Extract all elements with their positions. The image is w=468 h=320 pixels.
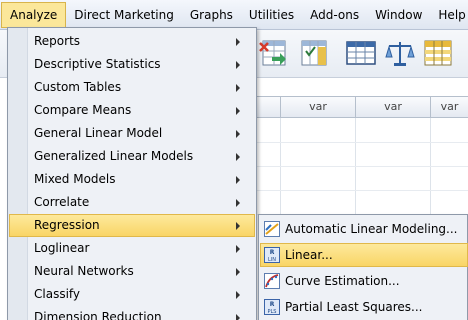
grid-line [255,166,468,167]
menu-item-neural-networks[interactable]: Neural Networks [9,260,255,283]
svg-text:R: R [270,249,275,256]
menu-item-loglinear[interactable]: Loglinear [9,237,255,260]
menu-direct-marketing[interactable]: Direct Marketing [66,2,182,28]
column-header-var[interactable]: var [431,96,468,118]
menu-item-compare-means[interactable]: Compare Means [9,99,255,122]
submenu-arrow-icon [236,84,240,92]
linear-regression-icon: R LIN [264,247,280,263]
svg-text:LIN: LIN [268,257,276,263]
select-cases-icon[interactable] [298,37,330,69]
curve-estimation-icon [264,273,280,289]
submenu-arrow-icon [236,107,240,115]
menu-item-label: Custom Tables [34,80,122,94]
use-sets-icon[interactable] [422,37,454,69]
menu-item-label: Classify [34,287,81,301]
grid-line [255,142,468,143]
submenu-item-curve-estimation[interactable]: Curve Estimation... [260,269,468,293]
submenu-arrow-icon [236,176,240,184]
menu-item-label: Mixed Models [34,172,116,186]
partial-least-squares-icon: R PLS [264,299,280,315]
menu-item-descriptive-statistics[interactable]: Descriptive Statistics [9,53,255,76]
menu-item-label: Compare Means [34,103,132,117]
regression-submenu: Automatic Linear Modeling... R LIN Linea… [258,214,468,320]
menu-analyze[interactable]: Analyze [1,1,67,28]
menu-item-custom-tables[interactable]: Custom Tables [9,76,255,99]
menu-window[interactable]: Window [367,2,430,28]
submenu-arrow-icon [236,291,240,299]
menu-graphs[interactable]: Graphs [182,2,241,28]
analyze-menu: Reports Descriptive Statistics Custom Ta… [7,27,257,320]
menu-item-correlate[interactable]: Correlate [9,191,255,214]
submenu-arrow-icon [236,153,240,161]
menu-item-label: Correlate [34,195,90,209]
submenu-arrow-icon [236,314,240,320]
submenu-item-partial-least-squares[interactable]: R PLS Partial Least Squares... [260,295,468,319]
split-file-icon[interactable] [258,37,290,69]
menu-item-label: Dimension Reduction [34,310,162,320]
menu-item-generalized-linear-models[interactable]: Generalized Linear Models [9,145,255,168]
menu-item-regression[interactable]: Regression [9,214,255,237]
submenu-item-label: Partial Least Squares... [285,300,423,314]
submenu-item-automatic-linear-modeling[interactable]: Automatic Linear Modeling... [260,217,468,241]
svg-text:PLS: PLS [268,309,277,315]
menu-help[interactable]: Help [430,2,468,28]
menu-item-reports[interactable]: Reports [9,30,255,53]
column-header-var[interactable]: var [281,96,356,118]
menu-item-label: Regression [34,218,100,232]
menu-bar: Analyze Direct Marketing Graphs Utilitie… [0,0,468,30]
submenu-item-linear[interactable]: R LIN Linear... [260,243,468,267]
data-view-icon[interactable] [345,37,377,69]
submenu-arrow-icon [236,130,240,138]
submenu-arrow-icon [236,245,240,253]
column-header-var[interactable]: var [356,96,431,118]
menu-utilities[interactable]: Utilities [241,2,302,28]
menu-item-label: Reports [34,34,81,48]
menu-item-classify[interactable]: Classify [9,283,255,306]
menu-item-label: General Linear Model [34,126,163,140]
automatic-linear-modeling-icon [264,221,280,237]
submenu-arrow-icon [236,222,240,230]
menu-item-general-linear-model[interactable]: General Linear Model [9,122,255,145]
menu-add-ons[interactable]: Add-ons [302,2,367,28]
menu-item-mixed-models[interactable]: Mixed Models [9,168,255,191]
menu-item-label: Descriptive Statistics [34,57,161,71]
menu-item-label: Neural Networks [34,264,134,278]
submenu-arrow-icon [236,61,240,69]
submenu-arrow-icon [236,268,240,276]
menu-item-label: Generalized Linear Models [34,149,194,163]
submenu-arrow-icon [236,38,240,46]
svg-text:R: R [270,301,275,308]
grid-line [255,190,468,191]
submenu-item-label: Curve Estimation... [285,274,400,288]
submenu-item-label: Linear... [285,248,333,262]
submenu-arrow-icon [236,199,240,207]
menu-item-dimension-reduction[interactable]: Dimension Reduction [9,306,255,320]
menu-item-label: Loglinear [34,241,90,255]
value-labels-icon[interactable] [384,37,416,69]
column-header-blank [255,96,281,118]
submenu-item-label: Automatic Linear Modeling... [285,222,458,236]
